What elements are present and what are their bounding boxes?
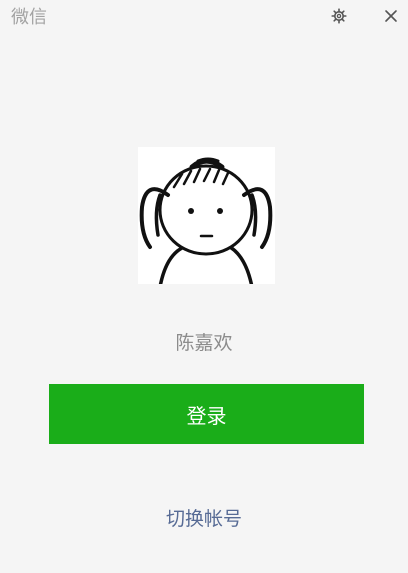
gear-icon — [331, 8, 347, 24]
close-icon — [385, 10, 397, 22]
cartoon-face-avatar — [139, 157, 273, 284]
close-button[interactable] — [379, 4, 403, 28]
title-bar: 微信 — [0, 0, 408, 36]
avatar — [138, 147, 275, 284]
app-title: 微信 — [11, 7, 47, 28]
login-button[interactable]: 登录 — [49, 384, 364, 444]
switch-account-link[interactable]: 切换帐号 — [0, 506, 408, 532]
settings-button[interactable] — [327, 4, 351, 28]
username: 陈嘉欢 — [175, 332, 233, 354]
